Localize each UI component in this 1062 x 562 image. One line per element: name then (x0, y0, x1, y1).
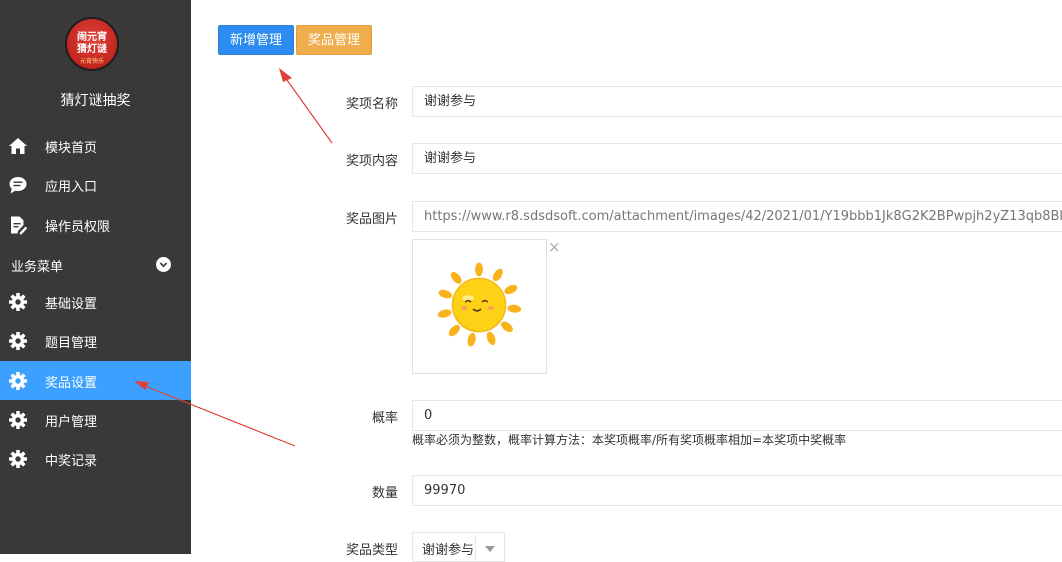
gear-icon (9, 293, 27, 311)
sidebar-item-prize-settings[interactable]: 奖品设置 (0, 361, 191, 400)
rate-hint: 概率必须为整数，概率计算方法：本奖项概率/所有奖项概率相加=本奖项中奖概率 (412, 433, 847, 447)
prize-image-label: 奖品图片 (345, 212, 398, 227)
sidebar-item-label: 奖品设置 (45, 376, 98, 391)
app-logo: 闹元宵 猜灯谜 元宵快乐 (65, 17, 119, 71)
gear-icon (9, 332, 27, 350)
sidebar-item-operator-permissions[interactable]: 操作员权限 (0, 205, 191, 244)
sun-image (437, 262, 522, 347)
sidebar-item-app-entry[interactable]: 应用入口 (0, 165, 191, 204)
logo-line-3: 元宵快乐 (79, 58, 104, 65)
sidebar: 闹元宵 猜灯谜 元宵快乐 猜灯谜抽奖 模块首页 应用入口 操作员权限 业务菜单 (0, 0, 191, 554)
prize-image-preview (412, 239, 547, 374)
prize-name-label: 奖项名称 (345, 97, 398, 112)
app-brand-title: 猜灯谜抽奖 (60, 93, 131, 109)
sidebar-item-label: 题目管理 (45, 336, 98, 351)
sidebar-item-home[interactable]: 模块首页 (0, 126, 191, 165)
prize-management-button[interactable]: 奖品管理 (296, 25, 373, 55)
sidebar-item-winning-records[interactable]: 中奖记录 (0, 439, 191, 478)
quantity-label: 数量 (371, 486, 398, 501)
select-divider (475, 535, 476, 561)
sidebar-item-label: 应用入口 (45, 180, 98, 195)
arrow-head-add-button (279, 68, 292, 82)
document-edit-icon (11, 216, 28, 235)
sidebar-item-question-management[interactable]: 题目管理 (0, 321, 191, 360)
prize-type-select[interactable]: 谢谢参与 (412, 532, 505, 562)
home-icon (9, 138, 27, 154)
section-label: 业务菜单 (11, 260, 64, 275)
rate-label: 概率 (371, 411, 398, 426)
logo-line-2: 猜灯谜 (77, 44, 107, 55)
sidebar-item-basic-settings[interactable]: 基础设置 (0, 282, 191, 321)
prize-content-input[interactable]: 谢谢参与 (412, 143, 1062, 174)
sidebar-item-label: 操作员权限 (45, 220, 111, 235)
arrow-to-add-button (281, 72, 333, 144)
sidebar-item-user-management[interactable]: 用户管理 (0, 400, 191, 439)
logo-line-1: 闹元宵 (77, 32, 107, 43)
chat-icon (9, 177, 27, 194)
gear-icon (9, 450, 27, 468)
prize-name-input[interactable]: 谢谢参与 (412, 86, 1062, 117)
add-management-button[interactable]: 新增管理 (218, 25, 295, 55)
remove-image-icon[interactable]: × (548, 240, 561, 255)
gear-icon (9, 372, 27, 390)
sidebar-item-label: 用户管理 (45, 415, 98, 430)
chevron-down-icon (156, 257, 171, 272)
quantity-input[interactable]: 99970 (412, 475, 1062, 506)
sidebar-item-label: 模块首页 (45, 141, 98, 156)
sidebar-item-label: 基础设置 (45, 297, 98, 312)
prize-image-url-input[interactable]: https://www.r8.sdsdsoft.com/attachment/i… (412, 201, 1062, 232)
rate-input[interactable]: 0 (412, 400, 1062, 431)
sidebar-item-label: 中奖记录 (45, 454, 98, 469)
prize-type-label: 奖品类型 (345, 543, 398, 558)
prize-type-value: 谢谢参与 (422, 543, 475, 558)
caret-down-icon (485, 546, 495, 552)
prize-content-label: 奖项内容 (345, 154, 398, 169)
gear-icon (9, 411, 27, 429)
business-menu-section[interactable]: 业务菜单 (0, 245, 191, 283)
